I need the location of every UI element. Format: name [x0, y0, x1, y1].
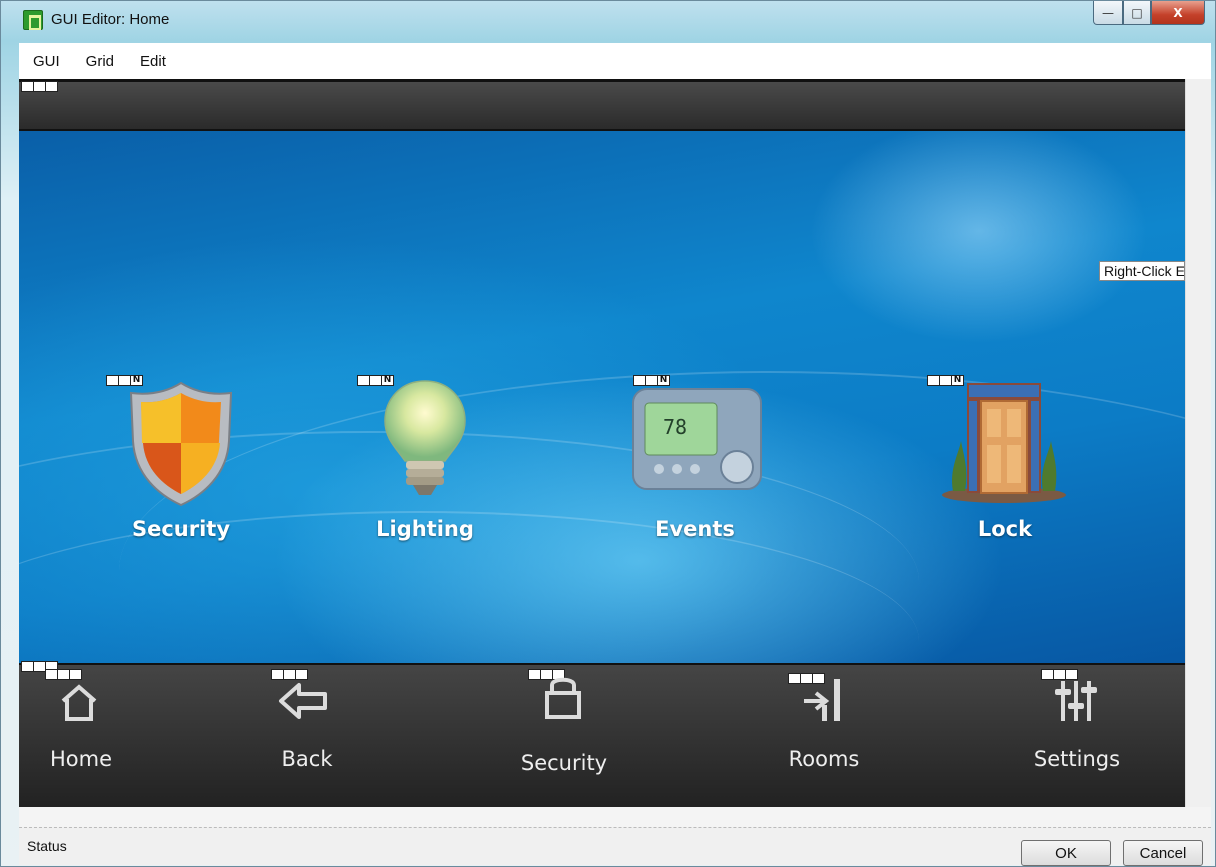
close-button[interactable]: X	[1151, 1, 1205, 25]
nav-back[interactable]: Back	[237, 665, 377, 809]
tile-label: Security	[131, 517, 231, 541]
ok-button[interactable]: OK	[1021, 840, 1111, 866]
nav-rooms[interactable]: Rooms	[754, 665, 894, 809]
design-canvas[interactable]: N Security N Lighting N 78 Events N Lock…	[19, 79, 1185, 807]
nav-settings[interactable]: Settings	[1007, 665, 1147, 809]
minimize-button[interactable]: —	[1093, 1, 1123, 25]
gui-editor-window: GUI Editor: Home — □ X GUI Grid Edit N S…	[0, 0, 1216, 867]
menu-grid[interactable]: Grid	[86, 53, 114, 70]
nav-label: Settings	[1033, 747, 1121, 771]
nav-label: Back	[281, 747, 333, 771]
status-text: Status	[27, 838, 67, 854]
menu-bar: GUI Grid Edit	[19, 43, 1211, 79]
menu-edit[interactable]: Edit	[140, 53, 166, 70]
title-bar[interactable]: GUI Editor: Home — □ X	[1, 1, 1215, 39]
bottom-nav-bar: Home Back Security Rooms Settings	[19, 661, 1185, 809]
client-area: GUI Grid Edit N Security N Lighting N 78…	[19, 43, 1211, 866]
background-panel: N Security N Lighting N 78 Events N Lock…	[19, 131, 1185, 663]
home-icon	[61, 684, 97, 721]
thermostat-icon	[632, 388, 762, 490]
shield-icon	[129, 381, 233, 507]
nav-security[interactable]: Security	[494, 665, 634, 809]
tile-label: Events	[655, 517, 735, 541]
right-click-hint: Right-Click E	[1099, 261, 1185, 281]
thermostat-reading: 78	[663, 415, 688, 439]
tile-security[interactable]: N Security	[81, 375, 281, 575]
top-header-bar[interactable]	[19, 79, 1185, 131]
maximize-button[interactable]: □	[1123, 1, 1151, 25]
window-title: GUI Editor: Home	[51, 11, 170, 28]
nav-label: Rooms	[788, 747, 860, 771]
tile-label: Lighting	[376, 517, 474, 541]
nav-label: Security	[520, 751, 608, 775]
back-arrow-icon	[279, 683, 327, 719]
tile-label: Lock	[977, 517, 1033, 541]
rooms-door-icon	[804, 679, 840, 721]
lightbulb-icon	[384, 380, 466, 495]
selection-handles[interactable]	[271, 669, 308, 680]
menu-gui[interactable]: GUI	[33, 53, 60, 70]
cancel-button[interactable]: Cancel	[1123, 840, 1203, 866]
app-icon	[23, 10, 43, 30]
selection-handles[interactable]	[21, 81, 58, 92]
status-bar: Status OK Cancel	[19, 827, 1211, 866]
nav-label: Home	[49, 747, 112, 771]
selection-handles[interactable]: N	[633, 375, 670, 386]
door-icon	[942, 383, 1066, 503]
tile-lighting[interactable]: N Lighting	[325, 375, 525, 575]
window-controls: — □ X	[1093, 1, 1205, 25]
sliders-icon	[1055, 681, 1097, 721]
right-panel-strip	[1185, 79, 1211, 807]
nav-home[interactable]: Home	[11, 665, 151, 809]
tile-events[interactable]: N 78 Events	[595, 375, 795, 575]
lock-icon	[545, 677, 581, 719]
tile-lock[interactable]: N Lock	[905, 375, 1105, 575]
